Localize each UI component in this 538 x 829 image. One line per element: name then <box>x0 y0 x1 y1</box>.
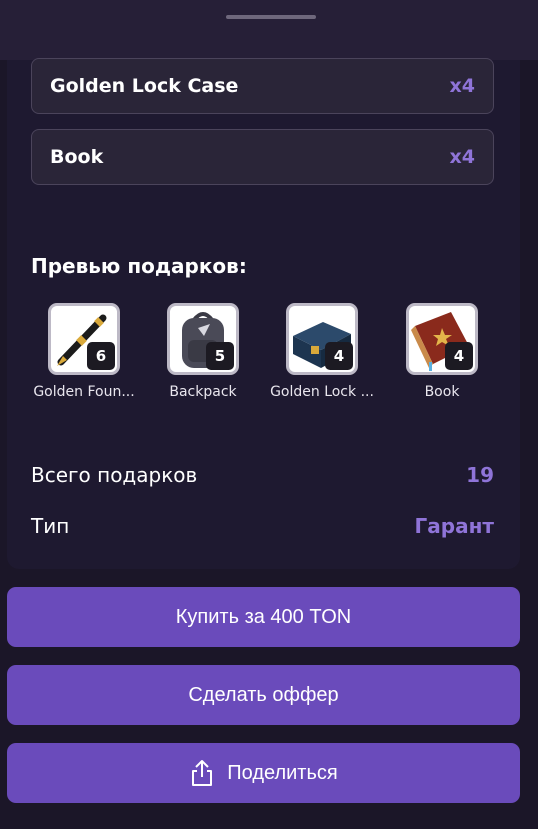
share-icon <box>192 760 213 786</box>
stat-type: Тип Гарант <box>31 514 494 538</box>
stat-label: Тип <box>31 514 70 538</box>
item-count-badge: 4 <box>325 342 353 370</box>
preview-item-book[interactable]: 4 Book <box>382 303 502 400</box>
preview-thumbnail[interactable]: 4 <box>286 303 358 375</box>
preview-title: Превью подарков: <box>31 254 247 278</box>
stat-value: Гарант <box>414 514 494 538</box>
stat-value: 19 <box>466 463 494 487</box>
preview-item-golden-lock-case[interactable]: 4 Golden Lock ... <box>262 303 382 400</box>
gift-row-book: Book x4 <box>31 129 494 185</box>
buy-button[interactable]: Купить за 400 TON <box>7 587 520 647</box>
stat-label: Всего подарков <box>31 463 198 487</box>
preview-item-label: Book <box>424 384 460 400</box>
preview-item-label: Backpack <box>169 384 237 400</box>
preview-item-golden-fountain-pen[interactable]: 6 Golden Foun... <box>24 303 144 400</box>
preview-thumbnail[interactable]: 6 <box>48 303 120 375</box>
sheet-header <box>0 0 538 60</box>
gift-name: Book <box>50 146 104 168</box>
make-offer-button[interactable]: Сделать оффер <box>7 665 520 725</box>
drag-handle[interactable] <box>226 15 316 19</box>
preview-thumbnail[interactable]: 5 <box>167 303 239 375</box>
gift-quantity: x4 <box>449 75 475 97</box>
preview-item-label: Golden Foun... <box>33 384 135 400</box>
preview-item-backpack[interactable]: 5 Backpack <box>143 303 263 400</box>
gift-quantity: x4 <box>449 146 475 168</box>
share-button-label: Поделиться <box>227 761 338 784</box>
make-offer-button-label: Сделать оффер <box>188 683 339 706</box>
preview-item-label: Golden Lock ... <box>270 384 374 400</box>
buy-button-label: Купить за 400 TON <box>175 605 352 628</box>
gift-row-golden-lock-case: Golden Lock Case x4 <box>31 58 494 114</box>
preview-thumbnail[interactable]: 4 <box>406 303 478 375</box>
stat-total-gifts: Всего подарков 19 <box>31 463 494 487</box>
item-count-badge: 5 <box>206 342 234 370</box>
item-count-badge: 4 <box>445 342 473 370</box>
gift-name: Golden Lock Case <box>50 75 239 97</box>
share-button[interactable]: Поделиться <box>7 743 520 803</box>
item-count-badge: 6 <box>87 342 115 370</box>
